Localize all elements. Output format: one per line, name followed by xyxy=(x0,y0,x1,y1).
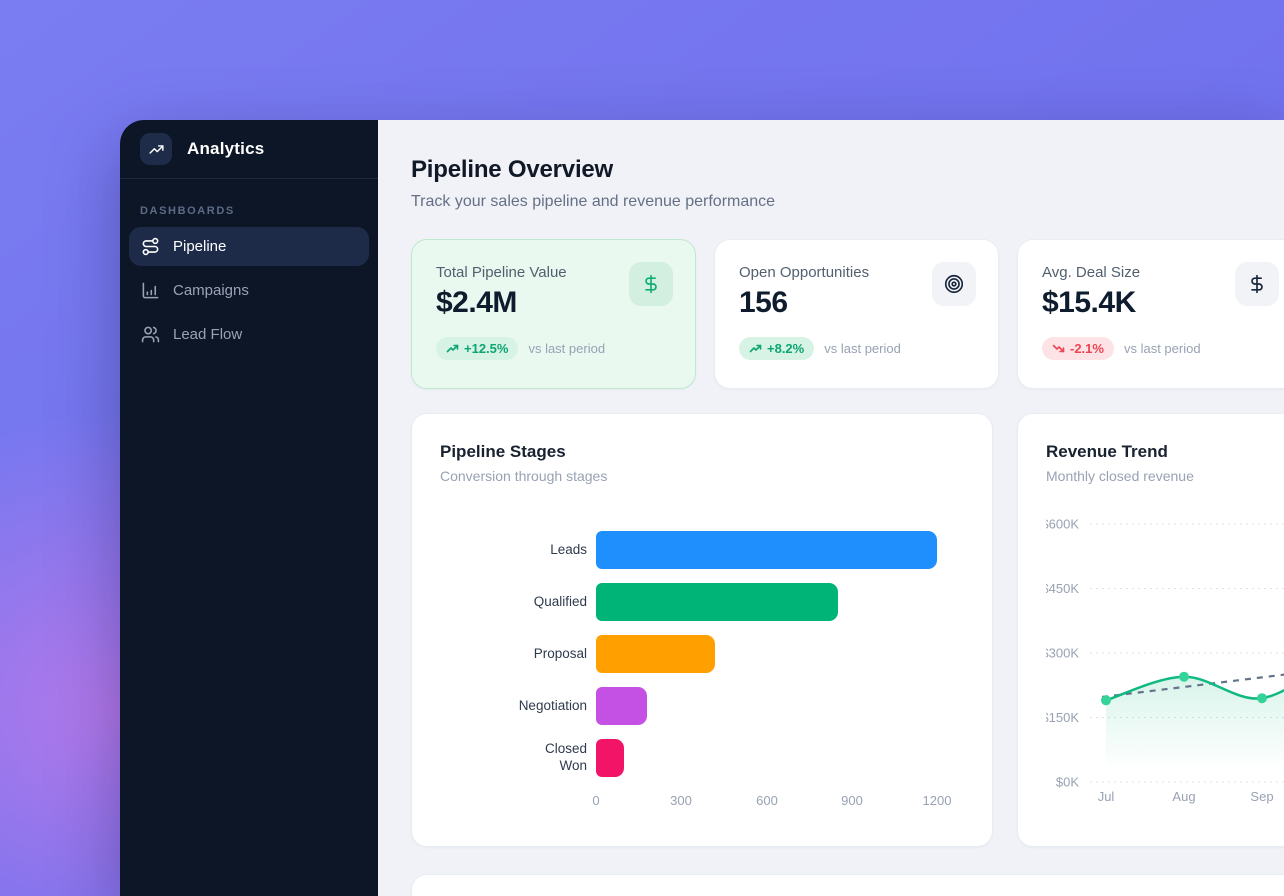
brand: Analytics xyxy=(120,120,378,179)
bar-row-qualified: Qualified xyxy=(440,576,964,628)
users-icon xyxy=(141,325,160,344)
trend-up-icon xyxy=(446,343,459,354)
x-axis-tick: 600 xyxy=(756,793,778,808)
bar-chart-x-axis: 03006009001200 xyxy=(596,784,964,812)
bar-chart: Leads Qualified Proposal Negotiation Clo… xyxy=(440,524,964,812)
revenue-area xyxy=(1106,654,1284,782)
x-axis-tick: 0 xyxy=(592,793,599,808)
bottom-card-partial xyxy=(411,874,1284,896)
x-axis-label: Sep xyxy=(1250,789,1273,804)
x-axis-tick: 300 xyxy=(670,793,692,808)
pipeline-stages-card: Pipeline Stages Conversion through stage… xyxy=(411,413,993,847)
line-chart: $600K $450K $300K $150K $0K Jul Aug Sep xyxy=(1046,492,1284,814)
x-axis-tick: 1200 xyxy=(923,793,952,808)
kpi-delta-row: -2.1% vs last period xyxy=(1042,337,1277,360)
sidebar-item-lead-flow[interactable]: Lead Flow xyxy=(129,315,369,354)
bar-proposal xyxy=(596,635,715,673)
trending-up-icon xyxy=(140,133,172,165)
data-point xyxy=(1179,672,1189,682)
x-axis-label: Jul xyxy=(1098,789,1115,804)
sidebar: Analytics DASHBOARDS Pipeline Campaigns Le… xyxy=(120,120,378,896)
bar-row-closed-won: ClosedWon xyxy=(440,732,964,784)
y-axis-label: $150K xyxy=(1046,710,1079,725)
kpi-icon-box xyxy=(629,262,673,306)
bar-row-negotiation: Negotiation xyxy=(440,680,964,732)
kpi-card-open-opportunities[interactable]: Open Opportunities 156 +8.2% vs last per… xyxy=(714,239,999,389)
bar-track xyxy=(596,531,964,569)
trend-down-icon xyxy=(1052,343,1065,354)
y-axis-label: $450K xyxy=(1046,581,1079,596)
bar-track xyxy=(596,583,964,621)
brand-name: Analytics xyxy=(187,139,264,159)
sidebar-nav: Pipeline Campaigns Lead Flow xyxy=(120,227,378,354)
kpi-compare-label: vs last period xyxy=(1124,341,1201,356)
bar-qualified xyxy=(596,583,838,621)
nav-item-label: Pipeline xyxy=(173,238,226,255)
revenue-trend-card: Revenue Trend Monthly closed revenue $60… xyxy=(1017,413,1284,847)
charts-row: Pipeline Stages Conversion through stage… xyxy=(411,413,1284,847)
y-axis-label: $600K xyxy=(1046,517,1079,532)
page-title: Pipeline Overview xyxy=(411,156,1284,184)
x-axis-tick: 900 xyxy=(841,793,863,808)
pipeline-stages-subtitle: Conversion through stages xyxy=(440,468,964,484)
bar-row-leads: Leads xyxy=(440,524,964,576)
dollar-icon xyxy=(1247,274,1267,294)
kpi-compare-label: vs last period xyxy=(528,341,605,356)
kpi-compare-label: vs last period xyxy=(824,341,901,356)
nav-item-label: Lead Flow xyxy=(173,326,242,343)
bar-negotiation xyxy=(596,687,647,725)
bar-track xyxy=(596,635,964,673)
sidebar-item-campaigns[interactable]: Campaigns xyxy=(129,271,369,310)
dollar-icon xyxy=(641,274,661,294)
revenue-trend-subtitle: Monthly closed revenue xyxy=(1046,468,1284,484)
trend-up-icon xyxy=(749,343,762,354)
bar-category-label: Leads xyxy=(440,542,596,559)
data-point xyxy=(1101,695,1111,705)
kpi-card-total-pipeline-value[interactable]: Total Pipeline Value $2.4M +12.5% vs las… xyxy=(411,239,696,389)
route-icon xyxy=(141,237,160,256)
bar-leads xyxy=(596,531,937,569)
kpi-delta-row: +12.5% vs last period xyxy=(436,337,671,360)
y-axis-label: $300K xyxy=(1046,646,1079,661)
revenue-trend-title: Revenue Trend xyxy=(1046,442,1284,462)
pipeline-stages-title: Pipeline Stages xyxy=(440,442,964,462)
bar-track xyxy=(596,739,964,777)
x-axis-label: Aug xyxy=(1172,789,1195,804)
bar-category-label: Negotiation xyxy=(440,698,596,715)
bar-category-label: Proposal xyxy=(440,646,596,663)
data-point xyxy=(1257,693,1267,703)
bar-row-proposal: Proposal xyxy=(440,628,964,680)
nav-section-label: DASHBOARDS xyxy=(140,205,358,217)
kpi-card-avg-deal-size[interactable]: Avg. Deal Size $15.4K -2.1% vs last peri… xyxy=(1017,239,1284,389)
kpi-delta-badge: +12.5% xyxy=(436,337,518,360)
sidebar-item-pipeline[interactable]: Pipeline xyxy=(129,227,369,266)
kpi-delta-row: +8.2% vs last period xyxy=(739,337,974,360)
bar-chart-rows: Leads Qualified Proposal Negotiation Clo… xyxy=(440,524,964,784)
kpi-row: Total Pipeline Value $2.4M +12.5% vs las… xyxy=(411,239,1284,389)
kpi-icon-box xyxy=(932,262,976,306)
chart-column-icon xyxy=(141,281,160,300)
page-subtitle: Track your sales pipeline and revenue pe… xyxy=(411,193,1284,211)
nav-item-label: Campaigns xyxy=(173,282,249,299)
kpi-delta-badge: +8.2% xyxy=(739,337,814,360)
trending-up-icon xyxy=(148,141,165,158)
bar-track xyxy=(596,687,964,725)
revenue-trend-svg: $600K $450K $300K $150K $0K Jul Aug Sep xyxy=(1046,492,1284,814)
kpi-icon-box xyxy=(1235,262,1279,306)
main-content: Pipeline Overview Track your sales pipel… xyxy=(378,120,1284,896)
bar-closed-won xyxy=(596,739,624,777)
kpi-delta-badge: -2.1% xyxy=(1042,337,1114,360)
target-icon xyxy=(943,273,965,295)
bar-category-label: Qualified xyxy=(440,594,596,611)
y-axis-label: $0K xyxy=(1056,775,1079,790)
app-window: Analytics DASHBOARDS Pipeline Campaigns Le… xyxy=(120,120,1284,896)
bar-category-label: ClosedWon xyxy=(440,741,596,775)
